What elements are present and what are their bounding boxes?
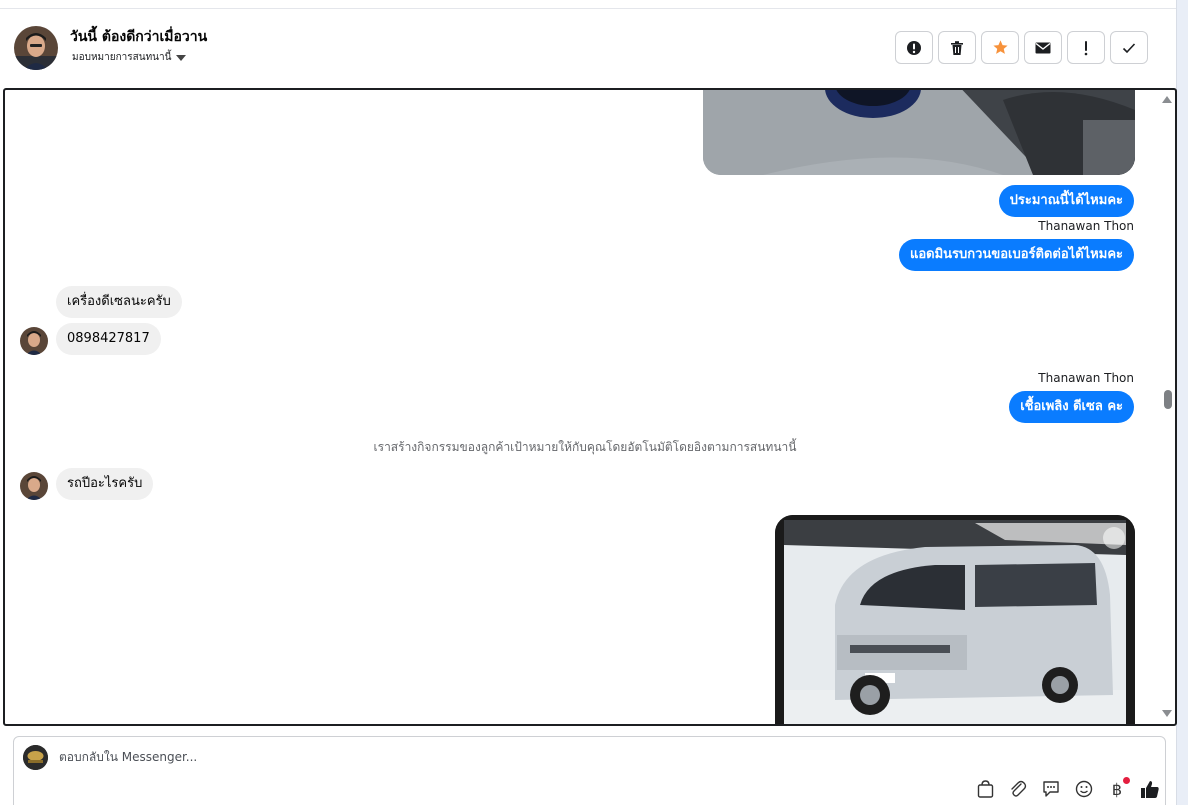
chevron-down-icon bbox=[176, 55, 187, 61]
assign-conversation-dropdown[interactable]: มอบหมายการสนทนานี้ bbox=[72, 50, 187, 65]
star-button[interactable] bbox=[981, 31, 1019, 64]
bag-icon bbox=[977, 780, 993, 798]
conversation-actions bbox=[895, 31, 1148, 64]
reply-input[interactable] bbox=[59, 750, 759, 764]
contact-avatar[interactable] bbox=[14, 26, 58, 70]
exclamation-icon bbox=[1084, 40, 1088, 55]
attach-button[interactable] bbox=[1008, 779, 1028, 799]
notification-dot bbox=[1123, 777, 1130, 784]
outgoing-message[interactable]: แอดมินรบกวนขอเบอร์ติดต่อได้ไหมคะ bbox=[898, 239, 1134, 271]
expand-image-icon[interactable] bbox=[1103, 527, 1125, 549]
baht-icon: ฿ bbox=[1111, 779, 1123, 799]
saved-reply-icon bbox=[1043, 781, 1059, 797]
right-gutter bbox=[1176, 0, 1188, 805]
scroll-down-arrow-icon[interactable] bbox=[1162, 710, 1172, 717]
mark-done-button[interactable] bbox=[1110, 31, 1148, 64]
report-icon bbox=[907, 40, 921, 55]
thumbs-up-icon bbox=[1141, 780, 1159, 798]
delete-button[interactable] bbox=[938, 31, 976, 64]
emoji-button[interactable] bbox=[1074, 779, 1094, 799]
message-composer: ฿ bbox=[13, 736, 1166, 805]
assign-label: มอบหมายการสนทนานี้ bbox=[72, 52, 172, 63]
incoming-message[interactable]: เครื่องดีเซลนะครับ bbox=[56, 286, 182, 318]
svg-text:BLOWER: BLOWER bbox=[856, 88, 891, 90]
contact-avatar-small[interactable] bbox=[20, 327, 48, 355]
payment-button[interactable]: ฿ bbox=[1107, 777, 1130, 799]
composer-toolbar: ฿ bbox=[975, 777, 1160, 799]
message-image-van[interactable] bbox=[775, 515, 1135, 724]
outgoing-message[interactable]: ประมาณนี้ได้ไหมคะ bbox=[998, 185, 1134, 217]
check-icon bbox=[1122, 42, 1136, 53]
scroll-up-arrow-icon[interactable] bbox=[1162, 96, 1172, 103]
mail-icon bbox=[1035, 42, 1051, 53]
incoming-message[interactable]: รถปีอะไรครับ bbox=[56, 468, 154, 500]
report-button[interactable] bbox=[895, 31, 933, 64]
spam-button[interactable] bbox=[1067, 31, 1105, 64]
trash-icon bbox=[951, 40, 963, 55]
outgoing-message[interactable]: เชื้อเพลิง ดีเซล คะ bbox=[1009, 391, 1134, 423]
incoming-message[interactable]: 0898427817 bbox=[56, 323, 161, 355]
thread-scrollbar[interactable] bbox=[1161, 90, 1175, 724]
products-button[interactable] bbox=[975, 779, 995, 799]
scrollbar-thumb[interactable] bbox=[1164, 390, 1172, 409]
message-image-gauge[interactable]: BLOWER bbox=[703, 88, 1135, 175]
system-notice: เราสร้างกิจกรรมของลูกค้าเป้าหมายให้กับคุ… bbox=[373, 440, 797, 454]
message-thread[interactable]: BLOWER ประมาณนี้ได้ไหมคะ Thanawan Thon แ… bbox=[3, 88, 1177, 726]
like-button[interactable] bbox=[1140, 779, 1160, 799]
saved-replies-button[interactable] bbox=[1041, 779, 1061, 799]
page-avatar bbox=[23, 745, 48, 770]
messenger-inbox-page: วันนี้ ต้องดีกว่าเมื่อวาน มอบหมายการสนทน… bbox=[0, 0, 1188, 805]
paperclip-icon bbox=[1011, 780, 1027, 797]
sender-name: Thanawan Thon bbox=[1038, 219, 1134, 233]
mark-unread-button[interactable] bbox=[1024, 31, 1062, 64]
conversation-header: วันนี้ ต้องดีกว่าเมื่อวาน มอบหมายการสนทน… bbox=[0, 9, 1176, 88]
emoji-icon bbox=[1075, 780, 1093, 798]
sender-name: Thanawan Thon bbox=[1038, 371, 1134, 385]
star-icon bbox=[992, 40, 1008, 54]
contact-name[interactable]: วันนี้ ต้องดีกว่าเมื่อวาน bbox=[70, 26, 207, 48]
contact-avatar-small[interactable] bbox=[20, 472, 48, 500]
